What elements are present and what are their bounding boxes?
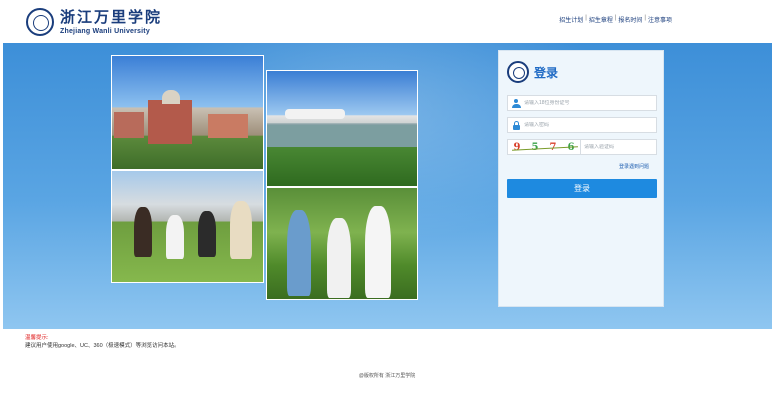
tips-section: 温馨提示: 建议用户使用google、UC、360（极速模式）等浏览访问本站。 [25, 334, 180, 350]
campus-photo-lake [266, 70, 418, 187]
captcha-char: 5 [531, 141, 539, 153]
captcha-char: 9 [513, 141, 521, 153]
user-icon [511, 98, 521, 108]
copyright-text: @版权所有 浙江万里学院 [358, 373, 416, 379]
logo-chinese-name: 浙江万里学院 [60, 7, 163, 26]
campus-photo-students-lawn [111, 170, 264, 283]
nav-link-registration-time[interactable]: 报名时间 [618, 15, 642, 24]
password-field[interactable] [507, 117, 657, 133]
id-number-field[interactable] [507, 95, 657, 111]
university-seal-icon [26, 8, 54, 36]
campus-photo-buildings [111, 55, 264, 170]
site-header: 浙江万里学院 Zhejiang Wanli University 招生计划 | … [0, 0, 774, 43]
password-input[interactable] [524, 122, 648, 128]
captcha-input[interactable] [584, 144, 654, 150]
university-seal-icon [507, 61, 529, 83]
login-panel: 登录 9 5 7 6 登录遇到问题 登录 [498, 50, 664, 307]
captcha-char: 7 [549, 141, 557, 153]
site-logo[interactable]: 浙江万里学院 Zhejiang Wanli University [26, 8, 162, 36]
captcha-field[interactable] [581, 139, 657, 155]
nav-link-enrollment-rules[interactable]: 招生章程 [589, 15, 613, 24]
id-number-input[interactable] [524, 100, 648, 106]
tips-title: 温馨提示: [25, 335, 49, 341]
nav-link-notes[interactable]: 注意事项 [648, 15, 672, 24]
login-help-link[interactable]: 登录遇到问题 [619, 163, 649, 170]
captcha-image[interactable]: 9 5 7 6 [507, 139, 581, 155]
tips-body: 建议用户使用google、UC、360（极速模式）等浏览访问本站。 [25, 343, 180, 349]
nav-link-enrollment-plan[interactable]: 招生计划 [559, 15, 583, 24]
captcha-row: 9 5 7 6 [507, 139, 657, 155]
login-title: 登录 [534, 65, 559, 80]
campus-photo-students-walking [266, 187, 418, 300]
captcha-char: 6 [567, 141, 575, 153]
top-nav: 招生计划 | 招生章程 | 报名时间 | 注意事项 [559, 15, 672, 24]
lock-icon [512, 120, 520, 130]
logo-english-name: Zhejiang Wanli University [60, 27, 150, 35]
login-button[interactable]: 登录 [507, 179, 657, 198]
